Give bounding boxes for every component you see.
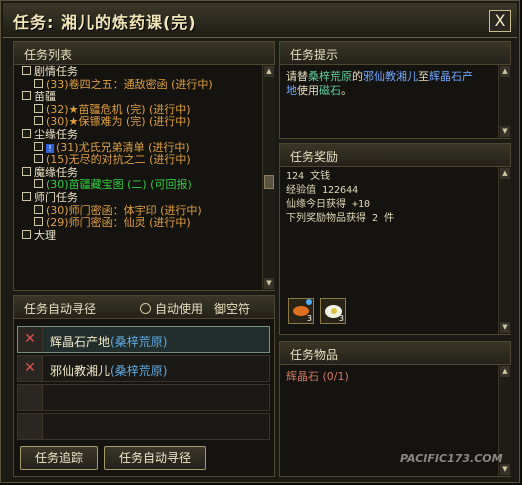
collapse-icon[interactable] <box>22 166 31 176</box>
empty-slot-icon <box>18 385 43 410</box>
task-label: (30)★保镖难为 (完) (进行中) <box>46 115 191 129</box>
hint-text: 请替桑梓荒原的邪仙教湘儿至辉晶石产地使用磁石。 <box>286 70 473 97</box>
task-item[interactable]: (29)师门密函：仙灵 (进行中) <box>22 216 270 230</box>
reward-text: 124 文钱 经验值 122644 仙缘今日获得 +10 下列奖励物品获得 2 … <box>286 170 394 226</box>
task-list-header: 任务列表 <box>14 42 274 65</box>
task-label: (30)苗疆藏宝图 (二) (可回报) <box>46 178 192 192</box>
white-egg-icon[interactable]: 3 <box>320 298 346 324</box>
goods-header: 任务物品 <box>280 342 510 365</box>
collapse-icon[interactable] <box>22 128 31 138</box>
item-qty-2: 3 <box>338 314 344 323</box>
scroll-down-arrow-icon[interactable]: ▼ <box>264 278 274 289</box>
fly-talisman-label: 御空符 <box>214 302 251 316</box>
hint-scrollbar[interactable]: ▲ ▼ <box>498 65 511 138</box>
task-label: (15)无尽的对抗之二 (进行中) <box>46 153 191 167</box>
hint-link-area[interactable]: 桑梓荒原 <box>308 70 352 83</box>
reward-items-note: 下列奖励物品获得 2 件 <box>286 213 395 224</box>
nav-area-1: (桑梓荒原) <box>110 335 168 349</box>
task-label: 剧情任务 <box>34 65 78 78</box>
auto-nav-panel: 任务自动寻径 自动使用 御空符 ✕ 辉晶石产地(桑梓荒原) ✕ 邪仙教湘儿(桑梓… <box>13 295 275 477</box>
orange-medicine-icon[interactable]: 3 <box>288 298 314 324</box>
task-bullet-icon[interactable] <box>34 154 43 164</box>
task-bullet-icon[interactable] <box>34 141 43 151</box>
scroll-up-arrow-icon[interactable]: ▲ <box>500 366 510 377</box>
task-item[interactable]: (33)卷四之五：通敌密函 (进行中) <box>22 77 270 92</box>
task-bullet-icon[interactable] <box>34 103 43 113</box>
hint-link-npc[interactable]: 邪仙教湘儿 <box>363 70 418 83</box>
task-label: (31)尤氏兄弟清单 (进行中) <box>56 140 190 154</box>
scroll-down-arrow-icon[interactable]: ▼ <box>500 464 510 475</box>
nav-area-2: (桑梓荒原) <box>110 364 168 378</box>
reward-xianyuan: 仙缘今日获得 +10 <box>286 199 371 210</box>
scroll-up-arrow-icon[interactable]: ▲ <box>264 66 274 77</box>
scroll-up-arrow-icon[interactable]: ▲ <box>500 66 510 77</box>
crossed-swords-icon: ✕ <box>18 327 43 352</box>
collapse-icon[interactable] <box>22 229 31 239</box>
nav-row-1[interactable]: ✕ 辉晶石产地(桑梓荒原) <box>17 326 270 353</box>
scroll-thumb[interactable] <box>264 175 274 189</box>
hint-panel: 任务提示 请替桑梓荒原的邪仙教湘儿至辉晶石产地使用磁石。 ▲ ▼ <box>279 41 511 139</box>
nav-place-1: 辉晶石产地 <box>50 335 111 349</box>
empty-slot-icon <box>18 414 43 439</box>
scroll-up-arrow-icon[interactable]: ▲ <box>500 168 510 179</box>
task-label: 魔缘任务 <box>34 165 78 179</box>
quest-window: 任务: 湘儿的炼药课(完) X 任务列表 剧情任务 (33)卷四之五：通敌密函 (… <box>0 0 520 483</box>
goods-panel: 任务物品 辉晶石 (0/1) ▲ ▼ PACIFIC173.COM <box>279 341 511 477</box>
title-bar: 任务: 湘儿的炼药课(完) X <box>3 3 517 38</box>
item-qty-1: 3 <box>306 314 312 323</box>
task-label: 师门任务 <box>34 190 78 204</box>
reward-money: 124 文钱 <box>286 171 331 182</box>
task-category[interactable]: 大理 <box>22 228 270 243</box>
reward-scrollbar[interactable]: ▲ ▼ <box>498 167 511 334</box>
track-button[interactable]: 任务追踪 <box>20 446 98 470</box>
crossed-swords-icon: ✕ <box>18 356 43 381</box>
nav-row-empty-1 <box>17 384 270 411</box>
alert-icon: ! <box>46 143 54 153</box>
task-label: (32)★苗疆危机 (完) (进行中) <box>46 102 191 116</box>
task-label: 尘缘任务 <box>34 127 78 141</box>
hint-link-item[interactable]: 磁石 <box>319 84 341 97</box>
task-label: 大理 <box>34 228 56 242</box>
collapse-icon[interactable] <box>22 91 31 101</box>
task-bullet-icon[interactable] <box>34 204 43 214</box>
auto-use-toggle[interactable]: 自动使用 <box>140 300 203 317</box>
reward-panel: 任务奖励 124 文钱 经验值 122644 仙缘今日获得 +10 下列奖励物品… <box>279 143 511 335</box>
nav-row-2[interactable]: ✕ 邪仙教湘儿(桑梓荒原) <box>17 355 270 382</box>
task-bullet-icon[interactable] <box>34 78 43 88</box>
scroll-down-arrow-icon[interactable]: ▼ <box>500 126 510 137</box>
auto-nav-header: 任务自动寻径 自动使用 御空符 <box>14 296 274 319</box>
nav-row-empty-2 <box>17 413 270 440</box>
collapse-icon[interactable] <box>22 191 31 201</box>
goods-item: 辉晶石 (0/1) <box>286 370 349 383</box>
window-title: 任务: 湘儿的炼药课(完) <box>13 13 197 32</box>
reward-exp: 经验值 122644 <box>286 185 359 196</box>
task-label: (30)师门密函：体宇印 (进行中) <box>46 203 202 217</box>
reward-header: 任务奖励 <box>280 144 510 167</box>
close-button[interactable]: X <box>489 10 511 32</box>
task-label: 苗疆 <box>34 90 56 104</box>
task-label: (29)师门密函：仙灵 (进行中) <box>46 216 191 230</box>
auto-nav-button[interactable]: 任务自动寻径 <box>104 446 206 470</box>
site-watermark: PACIFIC173.COM <box>400 452 503 465</box>
collapse-icon[interactable] <box>22 66 31 75</box>
nav-place-2: 邪仙教湘儿 <box>50 364 111 378</box>
task-label: (33)卷四之五：通敌密函 (进行中) <box>46 77 213 91</box>
hint-header: 任务提示 <box>280 42 510 65</box>
scroll-down-arrow-icon[interactable]: ▼ <box>500 322 510 333</box>
task-list-panel: 任务列表 剧情任务 (33)卷四之五：通敌密函 (进行中) 苗疆 (32)★苗疆危机 … <box>13 41 275 291</box>
task-tree: 剧情任务 (33)卷四之五：通敌密函 (进行中) 苗疆 (32)★苗疆危机 (完) (… <box>22 65 270 243</box>
task-list-scrollbar[interactable]: ▲ ▼ <box>262 65 275 290</box>
auto-use-checkbox[interactable] <box>140 303 151 314</box>
task-bullet-icon[interactable] <box>34 217 43 227</box>
task-bullet-icon[interactable] <box>34 116 43 126</box>
task-bullet-icon[interactable] <box>34 179 43 189</box>
